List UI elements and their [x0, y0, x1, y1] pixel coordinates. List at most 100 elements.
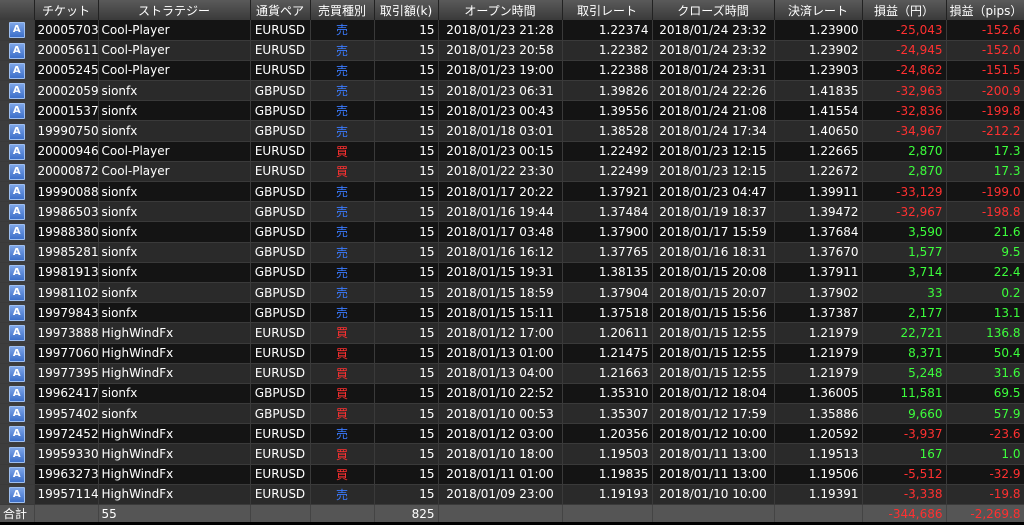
strategy-cell: Cool-Player	[98, 60, 251, 82]
open-time-cell: 2018/01/12 03:00	[438, 423, 563, 445]
table-row[interactable]: A 19986503 sionfx GBPUSD 売 15 2018/01/16 19:44…	[0, 201, 1024, 223]
a-badge-icon[interactable]: A	[8, 305, 25, 322]
open-rate-cell: 1.19193	[562, 484, 653, 506]
a-badge-icon[interactable]: A	[8, 285, 25, 302]
open-rate-cell: 1.22499	[562, 161, 653, 183]
table-row[interactable]: A 20005245 Cool-Player EURUSD 売 15 2018/01/23 …	[0, 60, 1024, 82]
column-header-pl-pips[interactable]: 損益（pips）	[946, 0, 1024, 20]
a-badge-icon[interactable]: A	[8, 224, 25, 241]
table-row[interactable]: A 19957114 HighWindFx EURUSD 売 15 2018/01/09 2…	[0, 484, 1024, 506]
pl-yen-cell: 11,581	[862, 383, 947, 405]
table-row[interactable]: A 20000946 Cool-Player EURUSD 買 15 2018/01/23 …	[0, 141, 1024, 162]
a-badge-icon[interactable]: A	[8, 184, 25, 201]
a-badge-icon[interactable]: A	[8, 123, 25, 140]
close-rate-cell: 1.37684	[774, 221, 863, 243]
pl-pips-cell: 22.4	[946, 262, 1024, 283]
table-row[interactable]: A 20000872 Cool-Player EURUSD 買 15 2018/01/22 …	[0, 161, 1024, 183]
close-rate-cell: 1.22665	[774, 141, 863, 162]
close-rate-cell: 1.41835	[774, 80, 863, 102]
a-badge-icon[interactable]: A	[8, 426, 25, 443]
a-badge-icon[interactable]: A	[8, 62, 25, 79]
table-row[interactable]: A 19959330 HighWindFx EURUSD 買 15 2018/01/10 1…	[0, 443, 1024, 465]
column-header-close-rate[interactable]: 決済レート	[774, 0, 863, 20]
column-header-icon[interactable]	[0, 0, 35, 20]
table-row[interactable]: A 19985281 sionfx GBPUSD 売 15 2018/01/16 16:12…	[0, 242, 1024, 263]
column-header-open-time[interactable]: オープン時間	[438, 0, 563, 20]
header-row: チケット ストラテジー 通貨ペア 売買種別 取引額(k) オープン時間 取引レー…	[0, 0, 1024, 20]
table-row[interactable]: A 19973888 HighWindFx EURUSD 買 15 2018/01/12 1…	[0, 322, 1024, 344]
side-cell: 買	[310, 383, 375, 405]
table-row[interactable]: A 19990750 sionfx GBPUSD 売 15 2018/01/18 03:01…	[0, 120, 1024, 142]
a-badge-icon[interactable]: A	[8, 466, 25, 483]
a-badge-icon[interactable]: A	[8, 486, 25, 503]
a-badge-icon[interactable]: A	[8, 163, 25, 180]
close-rate-cell: 1.23900	[774, 20, 863, 41]
pl-pips-cell: 17.3	[946, 141, 1024, 162]
close-time-cell: 2018/01/15 20:08	[652, 262, 775, 283]
open-time-cell: 2018/01/23 00:43	[438, 100, 563, 122]
table-row[interactable]: A 19972452 HighWindFx EURUSD 売 15 2018/01/12 0…	[0, 423, 1024, 445]
table-row[interactable]: A 19979843 sionfx GBPUSD 売 15 2018/01/15 15:11…	[0, 302, 1024, 324]
pl-yen-cell: 2,870	[862, 141, 947, 162]
side-cell: 売	[310, 302, 375, 324]
close-time-cell: 2018/01/12 17:59	[652, 403, 775, 425]
column-header-pl-yen[interactable]: 損益（円）	[862, 0, 947, 20]
a-badge-icon[interactable]: A	[8, 264, 25, 281]
row-detail-icon: A	[0, 60, 35, 82]
ticket-cell: 19988380	[34, 221, 99, 243]
column-header-pair[interactable]: 通貨ペア	[250, 0, 311, 20]
a-badge-icon[interactable]: A	[8, 385, 25, 402]
pl-yen-cell: 2,177	[862, 302, 947, 324]
a-badge-icon[interactable]: A	[8, 244, 25, 261]
pl-pips-cell: -19.8	[946, 484, 1024, 506]
table-row[interactable]: A 20005611 Cool-Player EURUSD 売 15 2018/01/23 …	[0, 40, 1024, 61]
table-row[interactable]: A 19957402 sionfx GBPUSD 買 15 2018/01/10 00:53…	[0, 403, 1024, 425]
table-row[interactable]: A 19988380 sionfx GBPUSD 売 15 2018/01/17 03:48…	[0, 221, 1024, 243]
column-header-strategy[interactable]: ストラテジー	[98, 0, 251, 20]
a-badge-icon[interactable]: A	[8, 42, 25, 59]
pl-pips-cell: 31.6	[946, 363, 1024, 384]
table-row[interactable]: A 19981102 sionfx GBPUSD 売 15 2018/01/15 18:59…	[0, 282, 1024, 304]
pair-cell: GBPUSD	[250, 383, 311, 405]
column-header-amount[interactable]: 取引額(k)	[374, 0, 439, 20]
open-time-cell: 2018/01/15 19:31	[438, 262, 563, 283]
table-row[interactable]: A 19990088 sionfx GBPUSD 売 15 2018/01/17 20:22…	[0, 181, 1024, 203]
strategy-cell: HighWindFx	[98, 464, 251, 485]
table-row[interactable]: A 19962417 sionfx GBPUSD 買 15 2018/01/10 22:52…	[0, 383, 1024, 405]
a-badge-icon[interactable]: A	[8, 22, 25, 39]
column-header-side[interactable]: 売買種別	[310, 0, 375, 20]
open-rate-cell: 1.38135	[562, 262, 653, 283]
strategy-cell: Cool-Player	[98, 20, 251, 41]
open-rate-cell: 1.37921	[562, 181, 653, 203]
table-row[interactable]: A 19977395 HighWindFx EURUSD 買 15 2018/01/13 0…	[0, 363, 1024, 384]
pl-pips-cell: 0.2	[946, 282, 1024, 304]
a-badge-icon[interactable]: A	[8, 143, 25, 160]
column-header-open-rate[interactable]: 取引レート	[562, 0, 653, 20]
a-badge-icon[interactable]: A	[8, 83, 25, 100]
open-time-cell: 2018/01/12 17:00	[438, 322, 563, 344]
a-badge-icon[interactable]: A	[8, 103, 25, 120]
column-header-ticket[interactable]: チケット	[34, 0, 99, 20]
table-row[interactable]: A 19977060 HighWindFx EURUSD 買 15 2018/01/13 0…	[0, 343, 1024, 364]
a-badge-icon[interactable]: A	[8, 406, 25, 423]
table-row[interactable]: A 20001537 sionfx GBPUSD 売 15 2018/01/23 00:43…	[0, 100, 1024, 122]
column-header-close-time[interactable]: クローズ時間	[652, 0, 775, 20]
pair-cell: EURUSD	[250, 40, 311, 61]
ticket-cell: 19979843	[34, 302, 99, 324]
amount-cell: 15	[374, 161, 439, 183]
a-badge-icon[interactable]: A	[8, 365, 25, 382]
amount-cell: 15	[374, 302, 439, 324]
a-badge-icon[interactable]: A	[8, 204, 25, 221]
ticket-cell: 20001537	[34, 100, 99, 122]
table-row[interactable]: A 20005703 Cool-Player EURUSD 売 15 2018/01/23 …	[0, 20, 1024, 41]
table-row[interactable]: A 20002059 sionfx GBPUSD 売 15 2018/01/23 06:31…	[0, 80, 1024, 102]
open-rate-cell: 1.20356	[562, 423, 653, 445]
a-badge-icon[interactable]: A	[8, 325, 25, 342]
amount-cell: 15	[374, 343, 439, 364]
row-detail-icon: A	[0, 484, 35, 506]
ticket-cell: 19977395	[34, 363, 99, 384]
table-row[interactable]: A 19963273 HighWindFx EURUSD 買 15 2018/01/11 0…	[0, 464, 1024, 485]
a-badge-icon[interactable]: A	[8, 446, 25, 463]
table-row[interactable]: A 19981913 sionfx GBPUSD 売 15 2018/01/15 19:31…	[0, 262, 1024, 283]
a-badge-icon[interactable]: A	[8, 345, 25, 362]
